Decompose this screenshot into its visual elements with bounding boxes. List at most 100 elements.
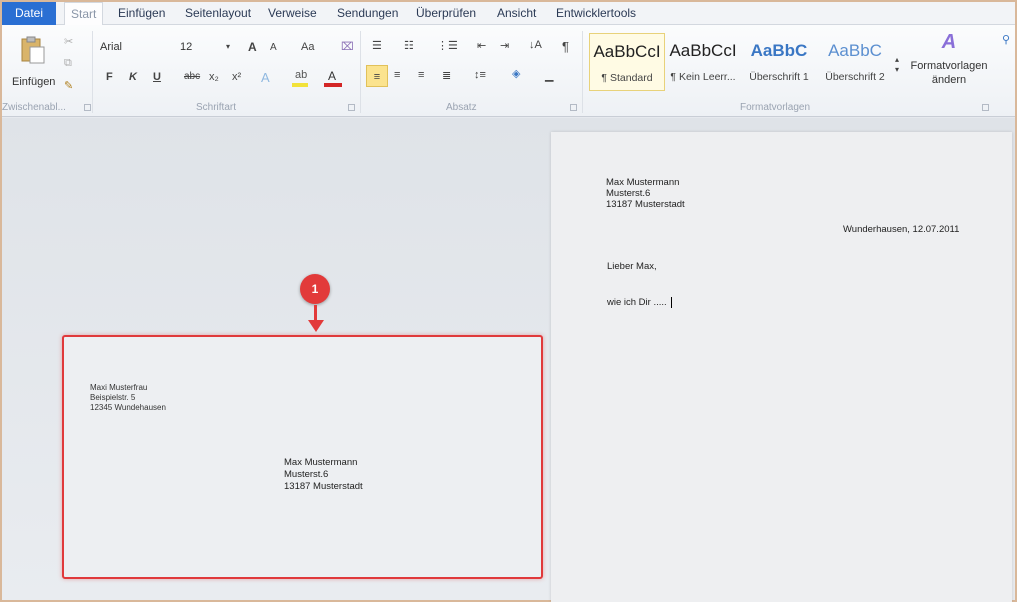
style-sample: AaBbCcI — [593, 42, 661, 61]
copy-icon[interactable]: ⧉ — [64, 57, 72, 70]
style-standard[interactable]: AaBbCcI ¶ Standard — [589, 33, 665, 91]
style-sample: AaBbCcI — [669, 41, 737, 60]
justify-icon[interactable]: ≣ — [442, 69, 451, 82]
decrease-indent-icon[interactable]: ⇤ — [477, 39, 486, 52]
strikethrough-icon[interactable]: abc — [184, 71, 200, 82]
change-styles-button[interactable]: A Formatvorlagen ändern — [906, 31, 992, 95]
style-ueberschrift-1[interactable]: AaBbC Überschrift 1 — [741, 33, 817, 91]
tab-ueberpruefen[interactable]: Überprüfen — [410, 2, 482, 25]
tab-datei[interactable]: Datei — [2, 2, 56, 25]
superscript-icon[interactable]: x² — [232, 71, 241, 83]
clipboard-launcher-icon[interactable] — [84, 104, 91, 111]
letter-body-line: wie ich Dir ..... — [607, 297, 672, 308]
annotation-badge: 1 — [300, 274, 330, 304]
sort-icon[interactable]: ↓A — [529, 39, 542, 51]
font-group-label: Schriftart — [196, 102, 237, 113]
ribbon: Einfügen ✂ ⧉ ✎ Zwischenabl... Arial 12 ▾… — [2, 25, 1015, 117]
style-name: Überschrift 2 — [825, 71, 885, 83]
styles-scroll-icon[interactable]: ▴ ▾ — [895, 55, 899, 75]
style-name: ¶ Kein Leerr... — [670, 71, 736, 83]
styles-group-label: Formatvorlagen — [740, 102, 811, 113]
tab-verweise[interactable]: Verweise — [262, 2, 323, 25]
letter-date-line: Wunderhausen, 12.07.2011 — [843, 224, 960, 235]
style-ueberschrift-2[interactable]: AaBbC Überschrift 2 — [817, 33, 893, 91]
find-icon[interactable]: ⚲ — [1002, 33, 1010, 46]
envelope-recipient-address: Max Mustermann Musterst.6 13187 Musterst… — [284, 457, 363, 493]
underline-icon[interactable]: U — [153, 71, 161, 83]
tab-start[interactable]: Start — [64, 2, 104, 26]
address-line: Maxi Musterfrau — [90, 383, 148, 392]
address-line: 13187 Musterstadt — [606, 199, 685, 210]
address-line: Beispielstr. 5 — [90, 393, 136, 402]
style-sample: AaBbC — [750, 41, 808, 60]
font-size-value: 12 — [180, 41, 193, 53]
tab-ansicht[interactable]: Ansicht — [491, 2, 542, 25]
letter-sender-address: Max Mustermann Musterst.6 13187 Musterst… — [606, 177, 685, 210]
tab-seitenlayout[interactable]: Seitenlayout — [179, 2, 257, 25]
tab-sendungen[interactable]: Sendungen — [331, 2, 404, 25]
divider — [360, 31, 361, 113]
annotation-arrow-head — [308, 320, 324, 332]
change-styles-label-2: ändern — [931, 74, 967, 86]
style-sample: AaBbC — [828, 41, 882, 60]
align-center-icon[interactable]: ≡ — [394, 69, 400, 81]
styles-change-icon: A — [941, 31, 957, 53]
change-styles-label-1: Formatvorlagen — [910, 60, 988, 72]
format-painter-icon[interactable]: ✎ — [64, 79, 73, 92]
increase-indent-icon[interactable]: ⇥ — [500, 39, 509, 52]
subscript-icon[interactable]: x₂ — [209, 71, 219, 83]
grow-font-icon[interactable]: A — [248, 40, 257, 54]
font-size-select[interactable]: 12 ▾ — [176, 39, 234, 56]
align-right-icon[interactable]: ≡ — [418, 69, 424, 81]
paste-label: Einfügen — [12, 76, 56, 88]
bullets-icon[interactable]: ☰ — [372, 39, 382, 52]
align-left-icon[interactable]: ≡ — [366, 65, 388, 87]
pilcrow-icon[interactable]: ¶ — [562, 39, 569, 54]
cut-icon[interactable]: ✂ — [64, 35, 73, 48]
paste-button[interactable]: Einfügen — [8, 31, 56, 93]
document-page[interactable]: Max Mustermann Musterst.6 13187 Musterst… — [551, 132, 1012, 602]
ribbon-tab-bar: Datei Start Einfügen Seitenlayout Verwei… — [2, 2, 1015, 26]
letter-body-text: wie ich Dir ..... — [607, 297, 667, 309]
annotation-arrow — [314, 305, 317, 321]
letter-greeting: Lieber Max, — [607, 261, 657, 272]
text-cursor — [670, 297, 672, 308]
tab-entwicklertools[interactable]: Entwicklertools — [550, 2, 642, 25]
address-line: 12345 Wundehausen — [90, 403, 166, 412]
style-name: ¶ Standard — [601, 72, 653, 84]
clipboard-icon — [21, 36, 45, 64]
text-effects-icon[interactable]: A — [261, 70, 270, 85]
paragraph-group-label: Absatz — [446, 102, 477, 113]
clear-format-icon[interactable]: ⌧ — [341, 40, 354, 53]
address-line: Max Mustermann — [606, 177, 680, 188]
divider — [92, 31, 93, 113]
change-case-icon[interactable]: Aa — [301, 41, 314, 53]
address-line: Musterst.6 — [284, 469, 329, 480]
address-line: Musterst.6 — [606, 188, 651, 199]
line-spacing-icon[interactable]: ↕≡ — [474, 69, 486, 81]
multilevel-list-icon[interactable]: ⋮☰ — [437, 39, 458, 52]
font-launcher-icon[interactable] — [348, 104, 355, 111]
styles-launcher-icon[interactable] — [982, 104, 989, 111]
font-color-icon[interactable]: A — [324, 69, 342, 87]
clipboard-group-label: Zwischenabl... — [2, 102, 66, 113]
font-name-value: Arial — [100, 41, 123, 53]
italic-icon[interactable]: K — [129, 71, 137, 83]
style-name: Überschrift 1 — [749, 71, 809, 83]
bold-icon[interactable]: F — [106, 71, 113, 83]
numbering-icon[interactable]: ☷ — [404, 39, 414, 52]
paragraph-launcher-icon[interactable] — [570, 104, 577, 111]
envelope-sender-address: Maxi Musterfrau Beispielstr. 5 12345 Wun… — [90, 383, 166, 413]
font-name-select[interactable]: Arial — [98, 39, 168, 56]
envelope-preview: Maxi Musterfrau Beispielstr. 5 12345 Wun… — [62, 335, 543, 579]
style-kein-leerraum[interactable]: AaBbCcI ¶ Kein Leerr... — [665, 33, 741, 91]
borders-icon[interactable]: ▁ — [545, 69, 553, 82]
address-line: Max Mustermann — [284, 457, 358, 468]
divider — [582, 31, 583, 113]
chevron-down-icon: ▾ — [226, 42, 231, 51]
tab-einfuegen[interactable]: Einfügen — [112, 2, 171, 25]
highlighter-icon[interactable]: ab — [292, 69, 308, 87]
address-line: 13187 Musterstadt — [284, 481, 363, 492]
shading-icon[interactable]: ◈ — [512, 67, 520, 80]
shrink-font-icon[interactable]: A — [270, 42, 277, 53]
